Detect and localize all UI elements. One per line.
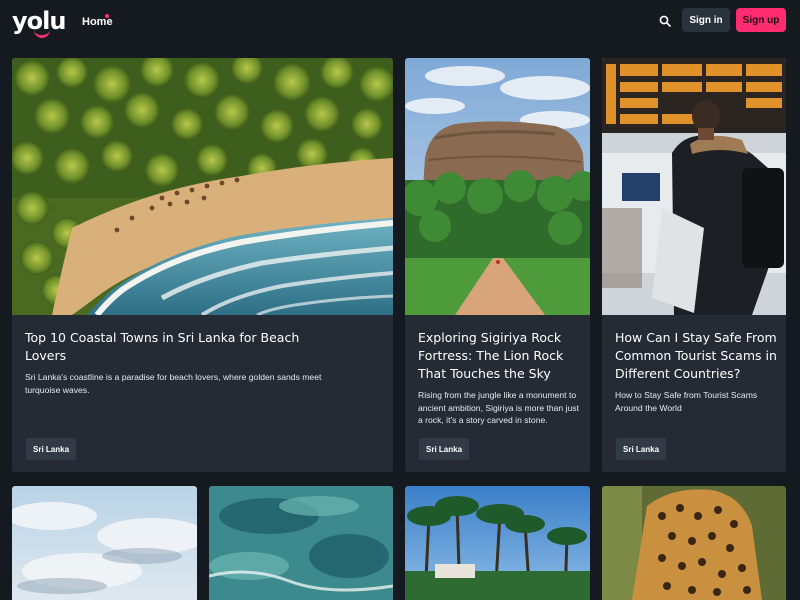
card-excerpt: How to Stay Safe from Tourist Scams Arou… [615, 390, 758, 413]
beach-aerial-image[interactable] [12, 58, 393, 315]
airport-traveler-image[interactable] [602, 58, 786, 315]
card-excerpt: Rising from the jungle like a monument t… [418, 390, 579, 425]
logo[interactable]: yolu [12, 8, 66, 38]
card-tag[interactable]: Sri Lanka [419, 438, 470, 460]
active-indicator-dot [105, 14, 109, 18]
card-excerpt: Sri Lanka's coastline is a paradise for … [25, 372, 322, 395]
card-tag[interactable]: Sri Lanka [616, 438, 667, 460]
signin-button[interactable]: Sign in [682, 8, 730, 32]
card-title[interactable]: Exploring Sigiriya Rock Fortress: The Li… [418, 329, 583, 383]
logo-smile-icon [34, 30, 50, 38]
article-card-tourist-scams[interactable]: How Can I Stay Safe From Common Tourist … [602, 58, 786, 472]
search-icon[interactable] [659, 15, 671, 27]
leopard-image[interactable] [602, 486, 786, 600]
sigiriya-rock-image[interactable] [405, 58, 590, 315]
card-title[interactable]: How Can I Stay Safe From Common Tourist … [615, 329, 780, 383]
top-header: yolu Home Sign in Sign up [0, 0, 800, 44]
palm-trees-image[interactable] [405, 486, 590, 600]
card-title[interactable]: Top 10 Coastal Towns in Sri Lanka for Be… [25, 329, 325, 365]
nav-home-link[interactable]: Home [82, 16, 113, 28]
card-tag[interactable]: Sri Lanka [26, 438, 77, 460]
article-card-coastal-towns[interactable]: Top 10 Coastal Towns in Sri Lanka for Be… [12, 58, 393, 472]
ocean-aerial-image[interactable] [209, 486, 393, 600]
article-card-sigiriya[interactable]: Exploring Sigiriya Rock Fortress: The Li… [405, 58, 590, 472]
signup-button[interactable]: Sign up [736, 8, 786, 32]
sky-clouds-image[interactable] [12, 486, 197, 600]
